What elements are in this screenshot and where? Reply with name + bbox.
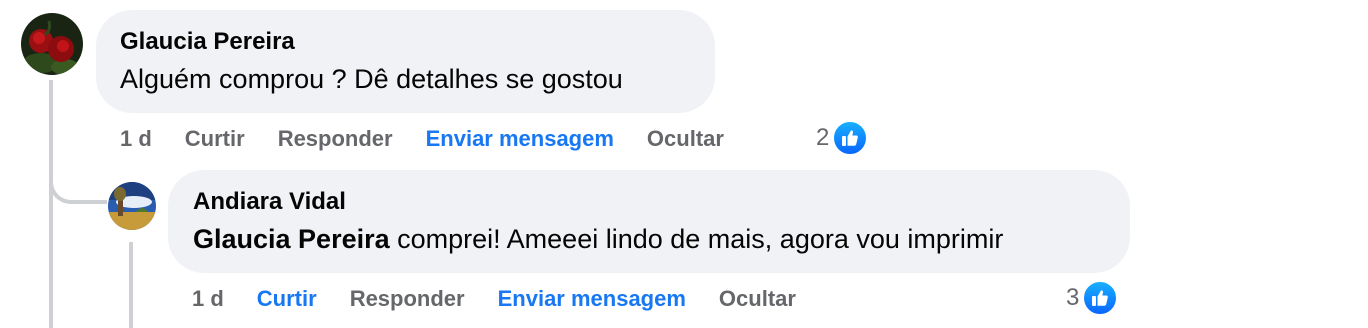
avatar-landscape-image (108, 182, 156, 230)
reaction-summary[interactable]: 2 (816, 120, 869, 156)
send-message-button[interactable]: Enviar mensagem (426, 126, 614, 152)
mention-link[interactable]: Glaucia Pereira (193, 224, 390, 254)
reply-connector (49, 150, 107, 204)
avatar-rose-image (21, 13, 83, 75)
hide-button[interactable]: Ocultar (719, 286, 796, 312)
comment-bubble: Glaucia Pereira Alguém comprou ? Dê deta… (96, 10, 715, 113)
reply-button[interactable]: Responder (278, 126, 393, 152)
reaction-count: 2 (816, 124, 830, 151)
thumbs-up-icon (832, 120, 869, 156)
hide-button[interactable]: Ocultar (647, 126, 724, 152)
like-button[interactable]: Curtir (185, 126, 245, 152)
thread-line-reply (129, 242, 133, 328)
send-message-button[interactable]: Enviar mensagem (498, 286, 686, 312)
thumbs-up-icon (1082, 280, 1119, 316)
comment-author[interactable]: Glaucia Pereira (120, 28, 295, 56)
reply-actions: 1 d Curtir Responder Enviar mensagem Ocu… (192, 286, 796, 312)
reply-bubble: Andiara Vidal Glaucia Pereira comprei! A… (168, 170, 1130, 273)
avatar-glaucia[interactable] (21, 13, 83, 75)
comment-time[interactable]: 1 d (120, 126, 152, 152)
avatar-andiara[interactable] (108, 182, 156, 230)
reply-text: Glaucia Pereira comprei! Ameeei lindo de… (193, 224, 1003, 255)
comment-text: Alguém comprou ? Dê detalhes se gostou (120, 64, 623, 94)
thread-line-main (49, 80, 53, 328)
comment-actions: 1 d Curtir Responder Enviar mensagem Ocu… (120, 126, 724, 152)
like-button-active[interactable]: Curtir (257, 286, 317, 312)
reaction-count: 3 (1066, 284, 1080, 311)
reply-author[interactable]: Andiara Vidal (193, 188, 346, 216)
reply-button[interactable]: Responder (350, 286, 465, 312)
reply-reaction-summary[interactable]: 3 (1066, 280, 1119, 316)
reply-body: comprei! Ameeei lindo de mais, agora vou… (389, 224, 1004, 254)
reply-time[interactable]: 1 d (192, 286, 224, 312)
